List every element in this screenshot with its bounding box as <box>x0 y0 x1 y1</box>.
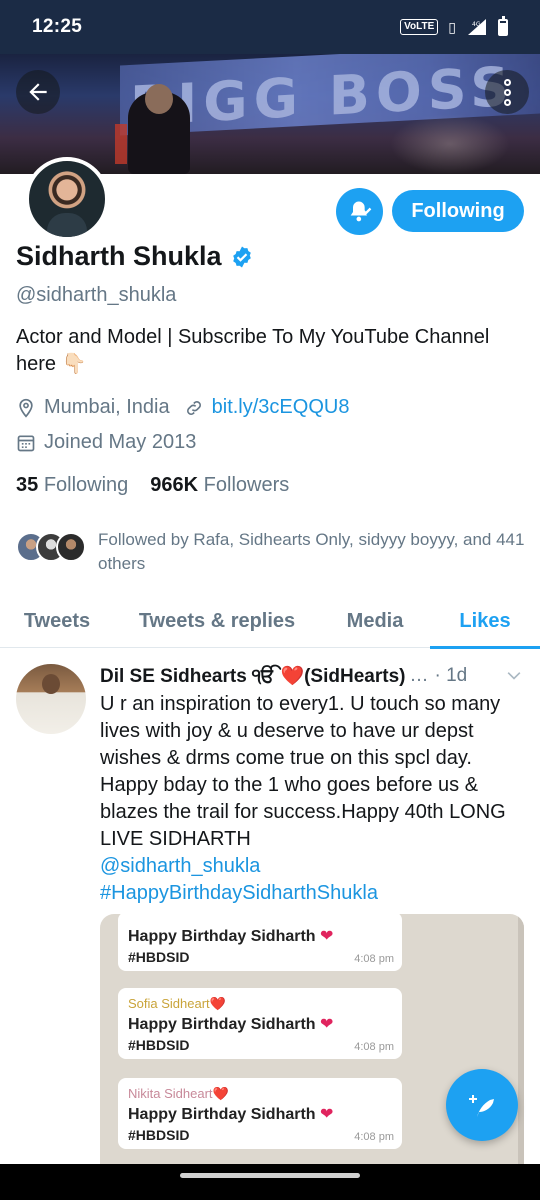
notifications-button[interactable] <box>336 188 383 235</box>
followers-count-link[interactable]: 966K Followers <box>150 474 289 497</box>
profile-bio: Actor and Model | Subscribe To My YouTub… <box>16 326 490 375</box>
profile-joined: Joined May 2013 <box>44 431 197 453</box>
network-type-label: 4G <box>472 21 481 28</box>
profile-link[interactable]: bit.ly/3cEQQU8 <box>212 396 350 419</box>
bell-icon <box>350 201 371 221</box>
tweet-timestamp: · 1d <box>434 665 468 686</box>
status-time: 12:25 <box>32 16 83 37</box>
media-scroll-shade <box>518 914 524 1164</box>
tab-media[interactable]: Media <box>320 594 430 648</box>
chat-bubble-sender: Sofia Sidheart❤️ <box>128 996 226 1011</box>
chat-bubble-message: Happy Birthday Sidharth ❤ <box>128 1016 334 1033</box>
profile-banner: BIGG BOSS <box>0 54 540 174</box>
profile-avatar[interactable] <box>25 157 109 241</box>
follow-counts: 35 Following 966K Followers <box>16 474 289 497</box>
tweet-hashtag[interactable]: #HappyBirthdaySidharthShukla <box>100 880 520 907</box>
avatar <box>56 532 86 562</box>
followers-count: 966K <box>150 474 199 496</box>
tweet-text: U r an inspiration to every1. U touch so… <box>100 693 506 850</box>
chat-bubble-message: Happy Birthday Sidharth ❤ <box>128 928 334 945</box>
profile-tabs: Tweets Tweets & replies Media Likes <box>0 594 540 649</box>
profile-joined-row: Joined May 2013 <box>16 431 196 454</box>
following-button[interactable]: Following <box>392 190 524 232</box>
tab-tweets[interactable]: Tweets <box>0 594 114 648</box>
chat-bubble-time: 4:08 pm <box>354 1041 394 1053</box>
chat-bubble-hashtag: #HBDSID <box>128 949 190 965</box>
compose-tweet-button[interactable] <box>446 1069 518 1141</box>
chat-bubble-hashtag: #HBDSID <box>128 1127 190 1143</box>
location-pin-icon <box>19 398 33 418</box>
followed-by-row[interactable]: Followed by Rafa, Sidhearts Only, sidyyy… <box>16 528 528 576</box>
chevron-down-icon[interactable] <box>504 666 524 686</box>
link-icon <box>186 400 201 415</box>
system-navigation-bar <box>0 1164 540 1200</box>
profile-handle: @sidharth_shukla <box>16 284 177 306</box>
volte-icon: VoLTE <box>400 19 439 35</box>
followed-by-text: Followed by Rafa, Sidhearts Only, sidyyy… <box>98 530 525 573</box>
tweet-name-ellipsis: … <box>409 665 429 686</box>
status-bar: 12:25 VoLTE ▯ 4G <box>0 0 540 54</box>
chat-bubble: Sofia Sidheart❤️ Happy Birthday Sidharth… <box>118 988 402 1059</box>
profile-location: Mumbai, India <box>44 396 170 418</box>
battery-icon <box>498 15 508 36</box>
compose-tweet-icon <box>469 1095 494 1117</box>
chat-bubble-hashtag: #HBDSID <box>128 1037 190 1053</box>
calendar-icon <box>17 435 35 451</box>
status-icons: VoLTE ▯ 4G <box>400 15 508 36</box>
home-gesture-pill[interactable] <box>180 1173 360 1178</box>
tweet-mention[interactable]: @sidharth_shukla <box>100 853 520 880</box>
tweet-author-avatar[interactable] <box>16 664 86 734</box>
followed-by-avatars <box>16 532 86 562</box>
banner-light-graphic <box>390 114 510 174</box>
following-count-link[interactable]: 35 Following <box>16 474 128 497</box>
chat-bubble: Happy Birthday Sidharth ❤ #HBDSID 4:08 p… <box>118 914 402 971</box>
followers-label: Followers <box>203 474 290 496</box>
vibrate-icon: ▯ <box>448 18 456 35</box>
chat-bubble-sender: Nikita Sidheart❤️ <box>128 1086 229 1101</box>
tweet-body: U r an inspiration to every1. U touch so… <box>100 691 520 907</box>
profile-name: Sidharth Shukla <box>16 241 222 271</box>
signal-icon: 4G <box>468 19 486 35</box>
more-vertical-icon <box>503 78 511 106</box>
back-button[interactable] <box>16 70 60 114</box>
tab-tweets-replies[interactable]: Tweets & replies <box>114 594 320 648</box>
chat-bubble: Nikita Sidheart❤️ Happy Birthday Sidhart… <box>118 1078 402 1149</box>
following-label: Following <box>43 474 129 496</box>
profile-meta-row: Mumbai, India bit.ly/3cEQQU8 <box>16 396 349 419</box>
tab-likes[interactable]: Likes <box>430 594 540 649</box>
chat-bubble-message: Happy Birthday Sidharth ❤ <box>128 1106 334 1123</box>
profile-name-row: Sidharth Shukla <box>16 241 254 272</box>
more-options-button[interactable] <box>485 70 529 114</box>
tweet-author-name[interactable]: Dil SE Sidhearts ੴ ❤️(SidHearts) <box>100 664 405 688</box>
following-count: 35 <box>16 474 39 496</box>
chat-bubble-time: 4:08 pm <box>354 953 394 965</box>
verified-badge-icon <box>232 246 251 267</box>
banner-red-graphic <box>115 124 127 164</box>
chat-bubble-time: 4:08 pm <box>354 1131 394 1143</box>
tweet-header: Dil SE Sidhearts ੴ ❤️(SidHearts) … · 1d <box>100 664 524 688</box>
banner-person-graphic <box>128 84 190 174</box>
back-arrow-icon <box>29 83 47 101</box>
